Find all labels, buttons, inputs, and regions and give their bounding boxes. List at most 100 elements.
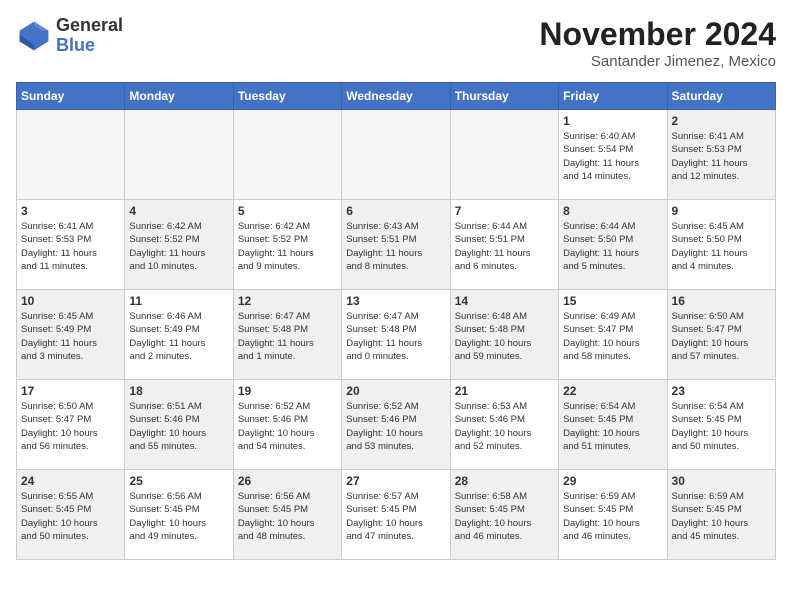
calendar-cell: 8Sunrise: 6:44 AM Sunset: 5:50 PM Daylig… xyxy=(559,200,667,290)
day-number: 29 xyxy=(563,474,662,488)
day-number: 10 xyxy=(21,294,120,308)
day-number: 1 xyxy=(563,114,662,128)
day-number: 27 xyxy=(346,474,445,488)
day-number: 8 xyxy=(563,204,662,218)
day-info: Sunrise: 6:44 AM Sunset: 5:51 PM Dayligh… xyxy=(455,220,554,273)
day-info: Sunrise: 6:55 AM Sunset: 5:45 PM Dayligh… xyxy=(21,490,120,543)
calendar-cell: 3 Sunrise: 6:41 AM Sunset: 5:53 PM Daylig… xyxy=(17,200,125,290)
week-row-4: 17 Sunrise: 6:50 AM Sunset: 5:47 PM Dayli… xyxy=(17,380,776,470)
calendar-table: SundayMondayTuesdayWednesdayThursdayFrid… xyxy=(16,82,776,560)
day-number: 13 xyxy=(346,294,445,308)
col-header-tuesday: Tuesday xyxy=(233,83,341,110)
week-row-1: 1 Sunrise: 6:40 AM Sunset: 5:54 PM Daylig… xyxy=(17,110,776,200)
day-number: 12 xyxy=(238,294,337,308)
calendar-cell: 29 Sunrise: 6:59 AM Sunset: 5:45 PM Dayli… xyxy=(559,470,667,560)
day-number: 28 xyxy=(455,474,554,488)
day-info: Sunrise: 6:52 AM Sunset: 5:46 PM Dayligh… xyxy=(238,400,337,453)
day-number: 11 xyxy=(129,294,228,308)
day-info: Sunrise: 6:52 AM Sunset: 5:46 PM Dayligh… xyxy=(346,400,445,453)
day-number: 16 xyxy=(672,294,771,308)
day-info: Sunrise: 6:57 AM Sunset: 5:45 PM Dayligh… xyxy=(346,490,445,543)
calendar-cell xyxy=(17,110,125,200)
day-info: Sunrise: 6:48 AM Sunset: 5:48 PM Dayligh… xyxy=(455,310,554,363)
day-number: 23 xyxy=(672,384,771,398)
day-info: Sunrise: 6:56 AM Sunset: 5:45 PM Dayligh… xyxy=(129,490,228,543)
calendar-cell: 28Sunrise: 6:58 AM Sunset: 5:45 PM Dayli… xyxy=(450,470,558,560)
calendar-cell: 21 Sunrise: 6:53 AM Sunset: 5:46 PM Dayli… xyxy=(450,380,558,470)
day-info: Sunrise: 6:43 AM Sunset: 5:51 PM Dayligh… xyxy=(346,220,445,273)
day-number: 14 xyxy=(455,294,554,308)
calendar-cell: 20 Sunrise: 6:52 AM Sunset: 5:46 PM Dayli… xyxy=(342,380,450,470)
calendar-cell: 11 Sunrise: 6:46 AM Sunset: 5:49 PM Dayli… xyxy=(125,290,233,380)
day-info: Sunrise: 6:40 AM Sunset: 5:54 PM Dayligh… xyxy=(563,130,662,183)
calendar-cell: 1 Sunrise: 6:40 AM Sunset: 5:54 PM Daylig… xyxy=(559,110,667,200)
calendar-cell: 19 Sunrise: 6:52 AM Sunset: 5:46 PM Dayli… xyxy=(233,380,341,470)
day-info: Sunrise: 6:46 AM Sunset: 5:49 PM Dayligh… xyxy=(129,310,228,363)
calendar-cell: 25Sunrise: 6:56 AM Sunset: 5:45 PM Dayli… xyxy=(125,470,233,560)
day-info: Sunrise: 6:54 AM Sunset: 5:45 PM Dayligh… xyxy=(563,400,662,453)
calendar-cell xyxy=(233,110,341,200)
day-number: 3 xyxy=(21,204,120,218)
week-row-3: 10 Sunrise: 6:45 AM Sunset: 5:49 PM Dayli… xyxy=(17,290,776,380)
location: Santander Jimenez, Mexico xyxy=(539,53,776,70)
logo-text: General Blue xyxy=(56,16,123,56)
col-header-wednesday: Wednesday xyxy=(342,83,450,110)
col-header-friday: Friday xyxy=(559,83,667,110)
calendar-cell: 10 Sunrise: 6:45 AM Sunset: 5:49 PM Dayli… xyxy=(17,290,125,380)
day-info: Sunrise: 6:42 AM Sunset: 5:52 PM Dayligh… xyxy=(238,220,337,273)
day-info: Sunrise: 6:47 AM Sunset: 5:48 PM Dayligh… xyxy=(238,310,337,363)
day-number: 6 xyxy=(346,204,445,218)
day-number: 18 xyxy=(129,384,228,398)
day-info: Sunrise: 6:50 AM Sunset: 5:47 PM Dayligh… xyxy=(672,310,771,363)
calendar-cell: 23Sunrise: 6:54 AM Sunset: 5:45 PM Dayli… xyxy=(667,380,775,470)
calendar-cell: 26 Sunrise: 6:56 AM Sunset: 5:45 PM Dayli… xyxy=(233,470,341,560)
day-info: Sunrise: 6:45 AM Sunset: 5:49 PM Dayligh… xyxy=(21,310,120,363)
day-info: Sunrise: 6:41 AM Sunset: 5:53 PM Dayligh… xyxy=(21,220,120,273)
calendar-cell xyxy=(342,110,450,200)
calendar-cell: 18 Sunrise: 6:51 AM Sunset: 5:46 PM Dayli… xyxy=(125,380,233,470)
calendar-cell: 9Sunrise: 6:45 AM Sunset: 5:50 PM Daylig… xyxy=(667,200,775,290)
day-info: Sunrise: 6:56 AM Sunset: 5:45 PM Dayligh… xyxy=(238,490,337,543)
day-info: Sunrise: 6:51 AM Sunset: 5:46 PM Dayligh… xyxy=(129,400,228,453)
calendar-cell: 12 Sunrise: 6:47 AM Sunset: 5:48 PM Dayli… xyxy=(233,290,341,380)
day-info: Sunrise: 6:59 AM Sunset: 5:45 PM Dayligh… xyxy=(563,490,662,543)
calendar-cell: 7Sunrise: 6:44 AM Sunset: 5:51 PM Daylig… xyxy=(450,200,558,290)
day-number: 5 xyxy=(238,204,337,218)
day-number: 21 xyxy=(455,384,554,398)
day-number: 26 xyxy=(238,474,337,488)
calendar-cell: 6 Sunrise: 6:43 AM Sunset: 5:51 PM Daylig… xyxy=(342,200,450,290)
calendar-cell: 5 Sunrise: 6:42 AM Sunset: 5:52 PM Daylig… xyxy=(233,200,341,290)
calendar-cell: 14 Sunrise: 6:48 AM Sunset: 5:48 PM Dayli… xyxy=(450,290,558,380)
calendar-cell: 27 Sunrise: 6:57 AM Sunset: 5:45 PM Dayli… xyxy=(342,470,450,560)
week-row-5: 24 Sunrise: 6:55 AM Sunset: 5:45 PM Dayli… xyxy=(17,470,776,560)
day-info: Sunrise: 6:41 AM Sunset: 5:53 PM Dayligh… xyxy=(672,130,771,183)
day-info: Sunrise: 6:59 AM Sunset: 5:45 PM Dayligh… xyxy=(672,490,771,543)
calendar-cell: 13Sunrise: 6:47 AM Sunset: 5:48 PM Dayli… xyxy=(342,290,450,380)
day-number: 24 xyxy=(21,474,120,488)
col-header-saturday: Saturday xyxy=(667,83,775,110)
day-number: 17 xyxy=(21,384,120,398)
day-info: Sunrise: 6:50 AM Sunset: 5:47 PM Dayligh… xyxy=(21,400,120,453)
day-info: Sunrise: 6:49 AM Sunset: 5:47 PM Dayligh… xyxy=(563,310,662,363)
calendar-cell: 15 Sunrise: 6:49 AM Sunset: 5:47 PM Dayli… xyxy=(559,290,667,380)
calendar-cell xyxy=(450,110,558,200)
day-number: 30 xyxy=(672,474,771,488)
col-header-thursday: Thursday xyxy=(450,83,558,110)
header: General Blue November 2024 Santander Jim… xyxy=(16,16,776,70)
day-number: 22 xyxy=(563,384,662,398)
day-number: 20 xyxy=(346,384,445,398)
day-number: 19 xyxy=(238,384,337,398)
calendar-cell: 22 Sunrise: 6:54 AM Sunset: 5:45 PM Dayli… xyxy=(559,380,667,470)
week-row-2: 3 Sunrise: 6:41 AM Sunset: 5:53 PM Daylig… xyxy=(17,200,776,290)
day-info: Sunrise: 6:53 AM Sunset: 5:46 PM Dayligh… xyxy=(455,400,554,453)
calendar-cell: 4Sunrise: 6:42 AM Sunset: 5:52 PM Daylig… xyxy=(125,200,233,290)
month-title: November 2024 xyxy=(539,16,776,53)
calendar-cell: 16 Sunrise: 6:50 AM Sunset: 5:47 PM Dayli… xyxy=(667,290,775,380)
col-header-monday: Monday xyxy=(125,83,233,110)
calendar-cell: 30 Sunrise: 6:59 AM Sunset: 5:45 PM Dayli… xyxy=(667,470,775,560)
calendar-cell: 24 Sunrise: 6:55 AM Sunset: 5:45 PM Dayli… xyxy=(17,470,125,560)
day-number: 9 xyxy=(672,204,771,218)
title-area: November 2024 Santander Jimenez, Mexico xyxy=(539,16,776,70)
day-number: 4 xyxy=(129,204,228,218)
day-number: 15 xyxy=(563,294,662,308)
